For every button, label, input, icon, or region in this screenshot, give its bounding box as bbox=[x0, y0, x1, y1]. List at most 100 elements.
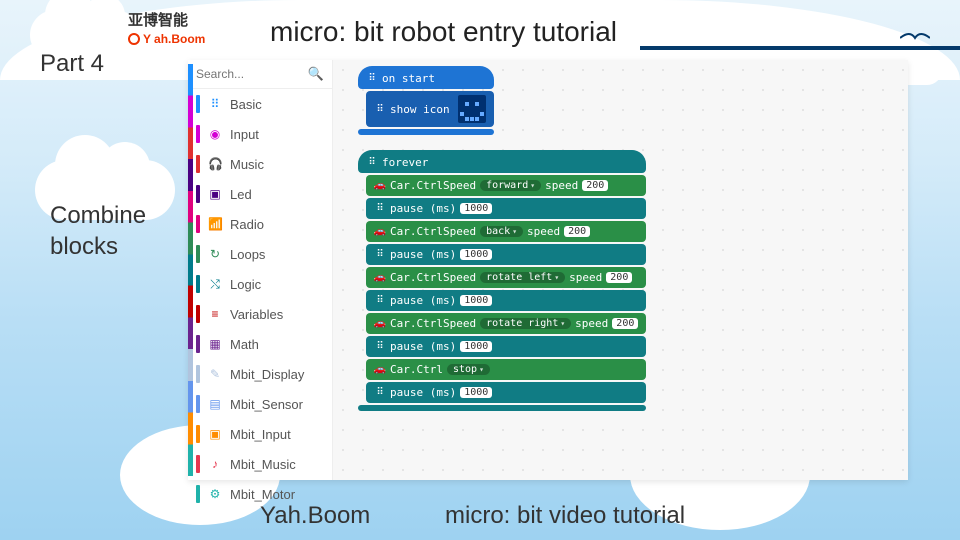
pause-input[interactable]: 1000 bbox=[460, 203, 492, 214]
category-label: Math bbox=[230, 337, 259, 352]
category-icon: ⤭ bbox=[208, 277, 222, 292]
category-label: Radio bbox=[230, 217, 264, 232]
category-color-bar bbox=[196, 395, 200, 413]
block-pause[interactable]: ⠿ pause (ms) 1000 bbox=[366, 290, 646, 311]
speed-input[interactable]: 200 bbox=[606, 272, 632, 283]
block-label: Car.CtrlSpeed bbox=[390, 317, 476, 330]
category-label: Loops bbox=[230, 247, 265, 262]
block-pause[interactable]: ⠿pause (ms)1000 bbox=[366, 198, 646, 219]
onstart-stack[interactable]: ⠿ on start ⠿ show icon bbox=[358, 66, 494, 137]
search-icon[interactable]: 🔍 bbox=[308, 66, 324, 82]
speed-label: speed bbox=[527, 225, 560, 238]
category-icon: ▣ bbox=[208, 427, 222, 441]
category-label: Led bbox=[230, 187, 252, 202]
block-label: pause (ms) bbox=[390, 248, 456, 261]
speed-label: speed bbox=[545, 179, 578, 192]
category-mbit_display[interactable]: ✎ Mbit_Display bbox=[188, 359, 332, 389]
block-car-ctrl[interactable]: 🚗Car.Ctrlstop ▾ bbox=[366, 359, 646, 380]
block-label: pause (ms) bbox=[390, 386, 456, 399]
category-toolbox: 🔍 ⠿Basic◉Input🎧Music ▣ Led 📶Radio↻Loops ⤭ Log… bbox=[188, 60, 333, 480]
category-variables[interactable]: ≡Variables bbox=[188, 299, 332, 329]
pause-input[interactable]: 1000 bbox=[460, 387, 492, 398]
block-car-ctrl[interactable]: 🚗Car.CtrlSpeedrotate left ▾speed200 bbox=[366, 267, 646, 288]
category-stripe bbox=[188, 64, 193, 476]
category-logic[interactable]: ⤭ Logic bbox=[188, 269, 332, 299]
part-label: Part 4 bbox=[40, 50, 104, 78]
direction-dropdown[interactable]: back ▾ bbox=[480, 226, 523, 237]
category-icon: ◉ bbox=[208, 127, 222, 141]
pause-input[interactable]: 1000 bbox=[460, 295, 492, 306]
category-mbit_input[interactable]: ▣Mbit_Input bbox=[188, 419, 332, 449]
category-music[interactable]: 🎧Music bbox=[188, 149, 332, 179]
pause-input[interactable]: 1000 bbox=[460, 249, 492, 260]
block-label: forever bbox=[382, 156, 428, 169]
category-color-bar bbox=[196, 485, 200, 503]
search-input[interactable] bbox=[196, 67, 276, 81]
category-input[interactable]: ◉Input bbox=[188, 119, 332, 149]
title-underline bbox=[640, 46, 960, 50]
search-row[interactable]: 🔍 bbox=[188, 60, 332, 89]
section-label: Combine blocks bbox=[50, 200, 146, 262]
category-mbit_music[interactable]: ♪ Mbit_Music bbox=[188, 449, 332, 479]
category-icon: ▣ bbox=[208, 187, 222, 201]
category-icon: ♪ bbox=[208, 457, 222, 471]
category-color-bar bbox=[196, 305, 200, 323]
block-label: pause (ms) bbox=[390, 294, 456, 307]
category-icon: ✎ bbox=[208, 367, 222, 381]
direction-dropdown[interactable]: forward ▾ bbox=[480, 180, 541, 191]
category-label: Mbit_Music bbox=[230, 457, 296, 472]
grip-icon: ⠿ bbox=[374, 341, 386, 353]
category-math[interactable]: ▦ Math bbox=[188, 329, 332, 359]
footer-text: micro: bit video tutorial bbox=[445, 502, 685, 530]
led-icon[interactable] bbox=[458, 95, 486, 123]
logo-block: 亚博智能 Yah.Boom bbox=[128, 10, 205, 48]
category-color-bar bbox=[196, 125, 200, 143]
pause-input[interactable]: 1000 bbox=[460, 341, 492, 352]
category-color-bar bbox=[196, 335, 200, 353]
grip-icon: ⠿ bbox=[374, 103, 386, 115]
block-car-ctrl[interactable]: 🚗Car.CtrlSpeedback ▾speed200 bbox=[366, 221, 646, 242]
grip-icon: ⠿ bbox=[366, 157, 378, 169]
category-label: Mbit_Display bbox=[230, 367, 304, 382]
car-icon: 🚗 bbox=[374, 226, 386, 238]
hat-forever[interactable]: ⠿ forever bbox=[358, 150, 646, 173]
grip-icon: ⠿ bbox=[374, 203, 386, 215]
block-label: Car.CtrlSpeed bbox=[390, 271, 476, 284]
category-label: Logic bbox=[230, 277, 261, 292]
category-basic[interactable]: ⠿Basic bbox=[188, 89, 332, 119]
block-pause[interactable]: ⠿ pause (ms) 1000 bbox=[366, 382, 646, 403]
block-label: Car.CtrlSpeed bbox=[390, 179, 476, 192]
category-radio[interactable]: 📶Radio bbox=[188, 209, 332, 239]
category-led[interactable]: ▣ Led bbox=[188, 179, 332, 209]
block-car-ctrl[interactable]: 🚗Car.CtrlSpeedrotate right ▾speed200 bbox=[366, 313, 646, 334]
block-pause[interactable]: ⠿pause (ms)1000 bbox=[366, 336, 646, 357]
block-show-icon[interactable]: ⠿ show icon bbox=[366, 91, 494, 127]
block-car-ctrl[interactable]: 🚗 Car.CtrlSpeed forward ▾ speed 200 bbox=[366, 175, 646, 196]
grip-icon: ⠿ bbox=[374, 249, 386, 261]
speed-input[interactable]: 200 bbox=[582, 180, 608, 191]
logo-yahboom: Yah.Boom bbox=[128, 31, 205, 48]
block-pause[interactable]: ⠿ pause (ms) 1000 bbox=[366, 244, 646, 265]
makecode-editor: 🔍 ⠿Basic◉Input🎧Music ▣ Led 📶Radio↻Loops ⤭ Log… bbox=[188, 60, 908, 480]
grip-icon: ⠿ bbox=[374, 387, 386, 399]
hat-onstart[interactable]: ⠿ on start bbox=[358, 66, 494, 89]
direction-dropdown[interactable]: rotate right ▾ bbox=[480, 318, 571, 329]
category-icon: ▦ bbox=[208, 337, 222, 351]
grip-icon: ⠿ bbox=[374, 295, 386, 307]
page-title: micro: bit robot entry tutorial bbox=[270, 16, 617, 48]
car-icon: 🚗 bbox=[374, 180, 386, 192]
block-label: show icon bbox=[390, 103, 450, 116]
speed-input[interactable]: 200 bbox=[564, 226, 590, 237]
category-mbit_sensor[interactable]: ▤Mbit_Sensor bbox=[188, 389, 332, 419]
forever-stack[interactable]: ⠿ forever 🚗 Car.CtrlSpeed forward ▾ speed 20… bbox=[358, 150, 646, 413]
direction-dropdown[interactable]: stop ▾ bbox=[447, 364, 490, 375]
category-icon: 🎧 bbox=[208, 157, 222, 171]
speed-label: speed bbox=[575, 317, 608, 330]
category-icon: ⠿ bbox=[208, 97, 222, 111]
speed-input[interactable]: 200 bbox=[612, 318, 638, 329]
block-label: Car.Ctrl bbox=[390, 363, 443, 376]
workspace-canvas[interactable]: ⠿ on start ⠿ show icon ⠿ forever bbox=[333, 60, 908, 480]
direction-dropdown[interactable]: rotate left ▾ bbox=[480, 272, 565, 283]
category-loops[interactable]: ↻Loops bbox=[188, 239, 332, 269]
block-end bbox=[358, 129, 494, 135]
